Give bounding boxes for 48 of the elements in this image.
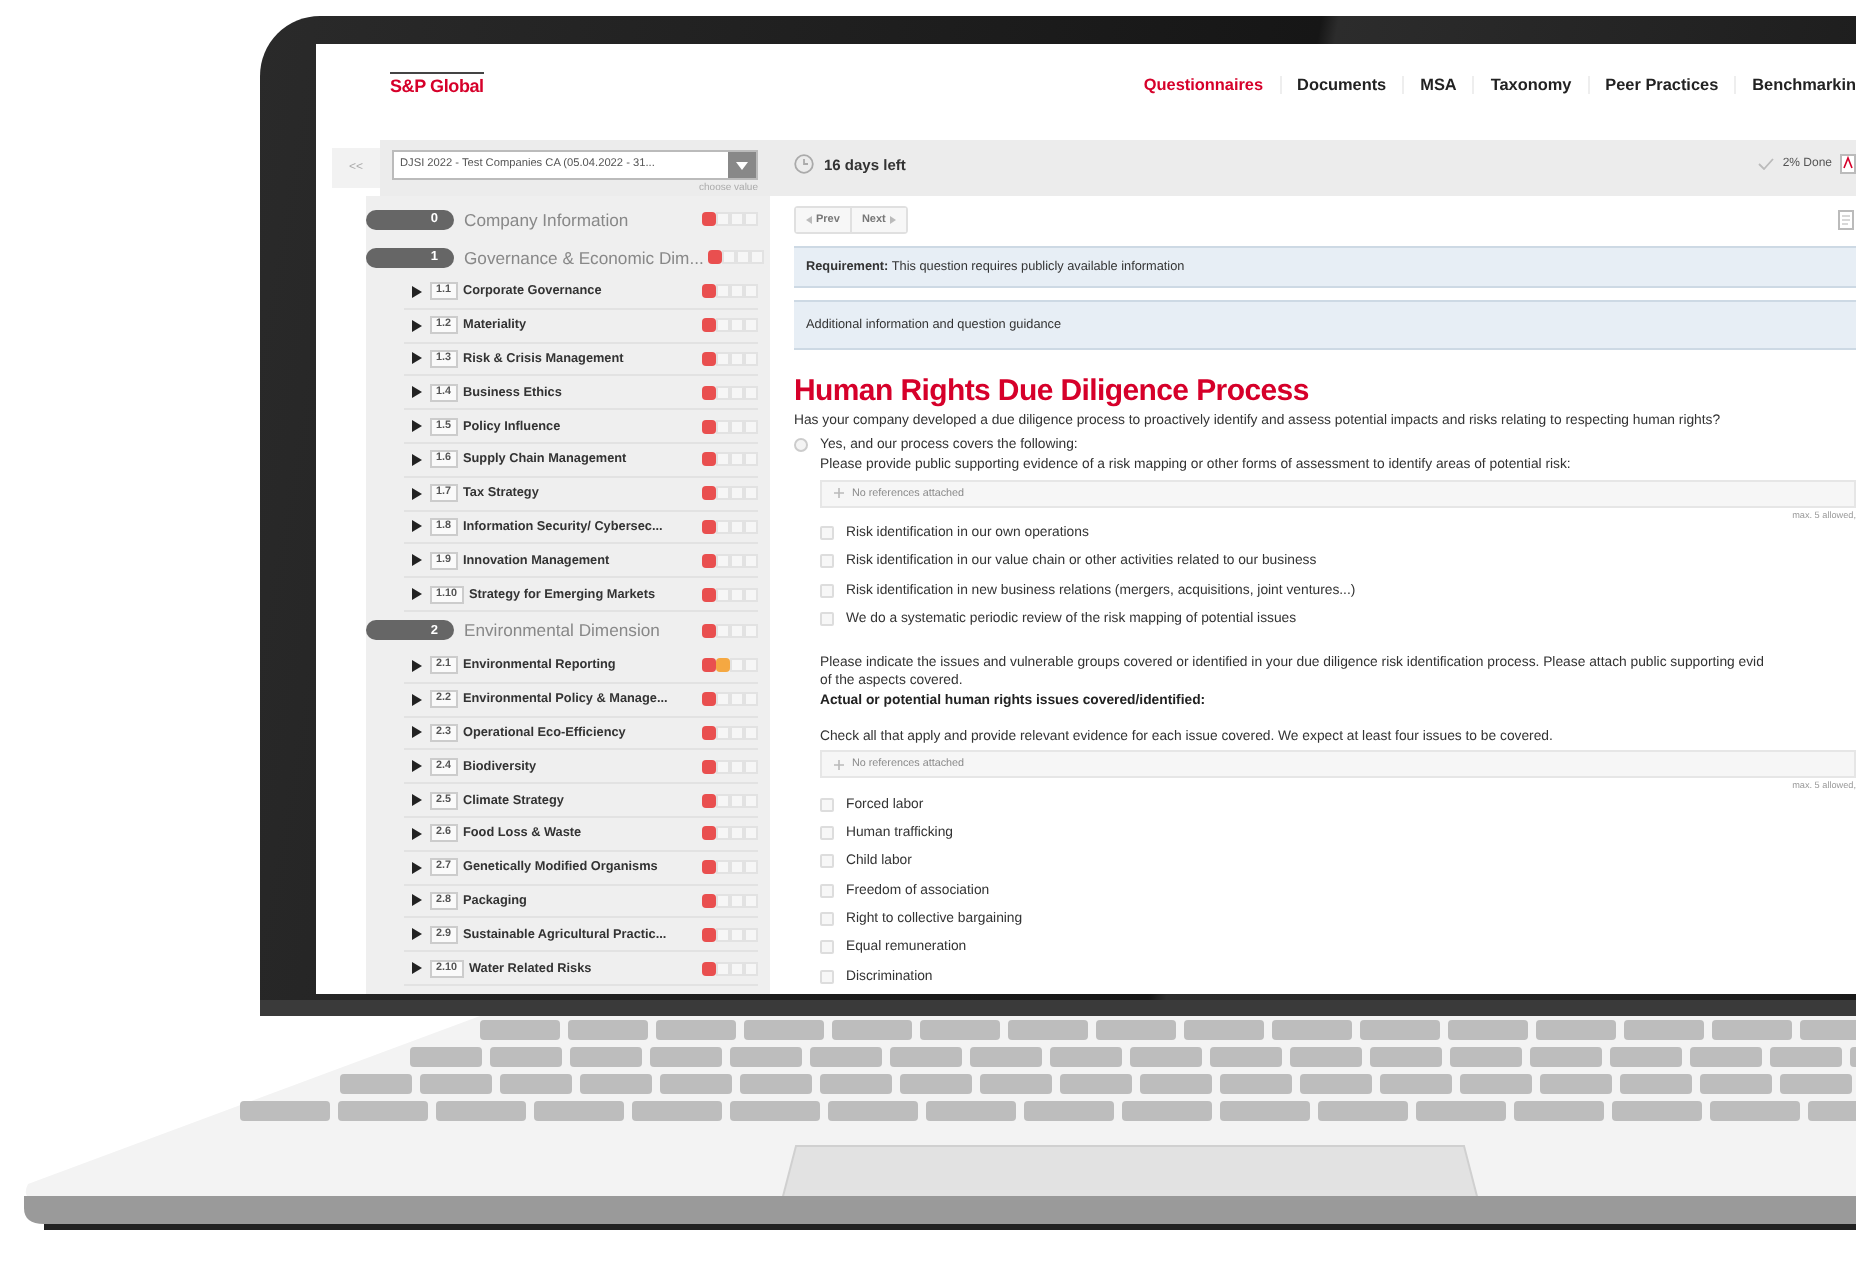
expand-arrow-icon[interactable] xyxy=(412,386,422,399)
nav-tab[interactable]: Documents xyxy=(1279,75,1403,93)
nav-tab[interactable]: MSA xyxy=(1402,75,1473,93)
expand-arrow-icon[interactable] xyxy=(412,453,422,466)
question-title: Human Rights Due Diligence Process xyxy=(794,374,1311,408)
logo: S&P Global xyxy=(390,72,484,96)
expand-arrow-icon[interactable] xyxy=(412,420,422,433)
left-arrow-icon xyxy=(806,216,812,224)
checkbox[interactable] xyxy=(820,826,834,841)
checkbox[interactable] xyxy=(820,526,834,541)
nav-tab[interactable]: Taxonomy xyxy=(1472,75,1588,93)
checkbox[interactable] xyxy=(820,797,834,812)
expand-arrow-icon[interactable] xyxy=(412,659,422,672)
expand-arrow-icon[interactable] xyxy=(412,487,422,500)
expand-arrow-icon[interactable] xyxy=(412,588,422,601)
expand-arrow-icon[interactable] xyxy=(412,352,422,365)
plus-icon xyxy=(834,488,844,498)
expand-arrow-icon[interactable] xyxy=(412,285,422,298)
expand-arrow-icon[interactable] xyxy=(412,726,422,739)
expand-arrow-icon[interactable] xyxy=(412,520,422,533)
checkbox[interactable] xyxy=(820,883,834,898)
caret-icon xyxy=(736,161,748,169)
checkbox[interactable] xyxy=(820,912,834,927)
checkbox[interactable] xyxy=(820,612,834,627)
expand-arrow-icon[interactable] xyxy=(412,962,422,975)
nav-tab[interactable]: Questionnaires xyxy=(1127,75,1280,93)
expand-arrow-icon[interactable] xyxy=(412,794,422,807)
checkbox[interactable] xyxy=(820,854,834,869)
expand-arrow-icon[interactable] xyxy=(412,861,422,874)
nav-tab[interactable]: Peer Practices xyxy=(1587,75,1735,93)
checkbox[interactable] xyxy=(820,554,834,569)
expand-arrow-icon[interactable] xyxy=(412,928,422,941)
right-arrow-icon xyxy=(889,216,896,224)
expand-arrow-icon[interactable] xyxy=(412,319,422,332)
plus-icon xyxy=(834,759,844,770)
clock-icon xyxy=(794,154,814,174)
checkbox[interactable] xyxy=(820,969,834,984)
expand-arrow-icon[interactable] xyxy=(412,760,422,773)
checkbox[interactable] xyxy=(820,940,834,955)
expand-arrow-icon[interactable] xyxy=(412,827,422,840)
checkbox[interactable] xyxy=(820,583,834,598)
expand-arrow-icon[interactable] xyxy=(412,554,422,567)
expand-arrow-icon[interactable] xyxy=(412,894,422,907)
radio-button[interactable] xyxy=(794,438,808,452)
pdf-icon[interactable] xyxy=(1840,154,1856,174)
check-icon xyxy=(1758,158,1775,170)
expand-arrow-icon[interactable] xyxy=(412,693,422,706)
nav-tab[interactable]: Benchmarkin xyxy=(1734,75,1856,93)
